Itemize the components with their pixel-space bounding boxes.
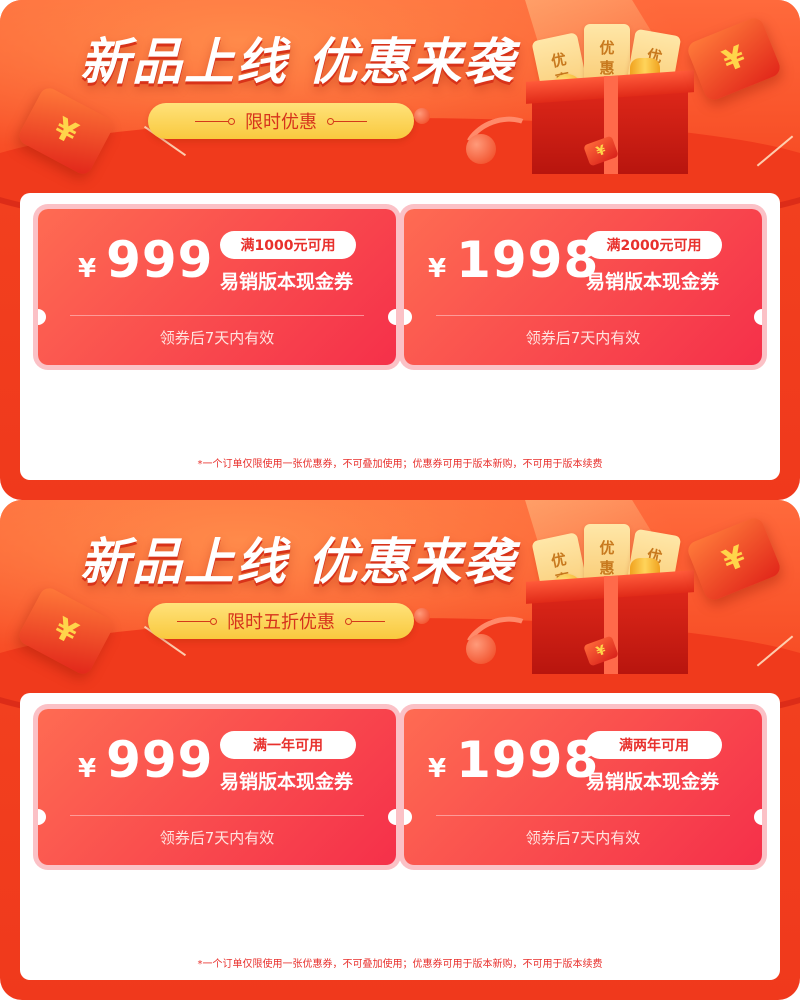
coupon-amount: 999 [106,231,214,289]
coupon-condition: 满一年可用 [220,731,356,759]
decor-ball-icon [414,108,430,124]
currency-symbol: ¥ [78,754,97,784]
badge-ornament [345,617,385,625]
promo-panel-2: 优惠券 优惠券 优惠券 ¥ ¥ ¥ 新品上线 优惠来袭 限时五折优惠 ¥ 999… [0,500,800,1000]
coupon-999[interactable]: ¥ 999 满1000元可用 易销版本现金券 领券后7天内有效 [38,209,396,365]
coupon-price: ¥ 999 [78,731,213,797]
currency-symbol: ¥ [428,754,447,784]
coupon-amount: 1998 [456,231,600,289]
badge-ornament [327,117,367,125]
coupon-1998[interactable]: ¥ 1998 满两年可用 易销版本现金券 领券后7天内有效 [404,709,762,865]
coupon-validity: 领券后7天内有效 [159,829,275,847]
coupon-name: 易销版本现金券 [220,771,354,793]
coupon-condition: 满2000元可用 [586,231,722,259]
headline: 新品上线 优惠来袭 [80,533,516,591]
coupon-validity: 领券后7天内有效 [525,829,641,847]
promo-panel-1: 优惠券 优惠券 优惠券 ¥ ¥ ¥ 新品上线 优惠来袭 限时优惠 ¥ 999 满… [0,0,800,500]
badge-label: 限时五折优惠 [227,612,335,633]
coupon-card: ¥ 999 满一年可用 易销版本现金券 领券后7天内有效 ¥ 1998 满两年可… [20,693,780,980]
terms-footnote: *一个订单仅限使用一张优惠券，不可叠加使用；优惠券可用于版本新购，不可用于版本续… [197,459,603,470]
coupon-card: ¥ 999 满1000元可用 易销版本现金券 领券后7天内有效 ¥ 1998 满… [20,193,780,480]
coupon-amount: 999 [106,731,214,789]
coupon-validity: 领券后7天内有效 [525,329,641,347]
currency-symbol: ¥ [428,254,447,284]
badge-ornament [177,617,217,625]
coupon-1998[interactable]: ¥ 1998 满2000元可用 易销版本现金券 领券后7天内有效 [404,209,762,365]
coupon-condition: 满1000元可用 [220,231,356,259]
coupon-999[interactable]: ¥ 999 满一年可用 易销版本现金券 领券后7天内有效 [38,709,396,865]
terms-footnote: *一个订单仅限使用一张优惠券，不可叠加使用；优惠券可用于版本新购，不可用于版本续… [197,959,603,970]
headline: 新品上线 优惠来袭 [80,33,516,91]
decor-ball-icon [466,134,496,164]
coupon-name: 易销版本现金券 [586,271,720,293]
badge-label: 限时优惠 [245,112,317,133]
badge-ornament [195,117,235,125]
coupon-name: 易销版本现金券 [586,771,720,793]
decor-ball-icon [466,634,496,664]
coupon-price: ¥ 1998 [428,731,599,797]
coupon-validity: 领券后7天内有效 [159,329,275,347]
coupon-condition: 满两年可用 [586,731,722,759]
limited-time-badge: 限时优惠 [148,103,414,139]
currency-symbol: ¥ [78,254,97,284]
decor-ball-icon [414,608,430,624]
coupon-amount: 1998 [456,731,600,789]
coupon-name: 易销版本现金券 [220,271,354,293]
coupon-price: ¥ 999 [78,231,213,297]
limited-time-badge: 限时五折优惠 [148,603,414,639]
coupon-price: ¥ 1998 [428,231,599,297]
